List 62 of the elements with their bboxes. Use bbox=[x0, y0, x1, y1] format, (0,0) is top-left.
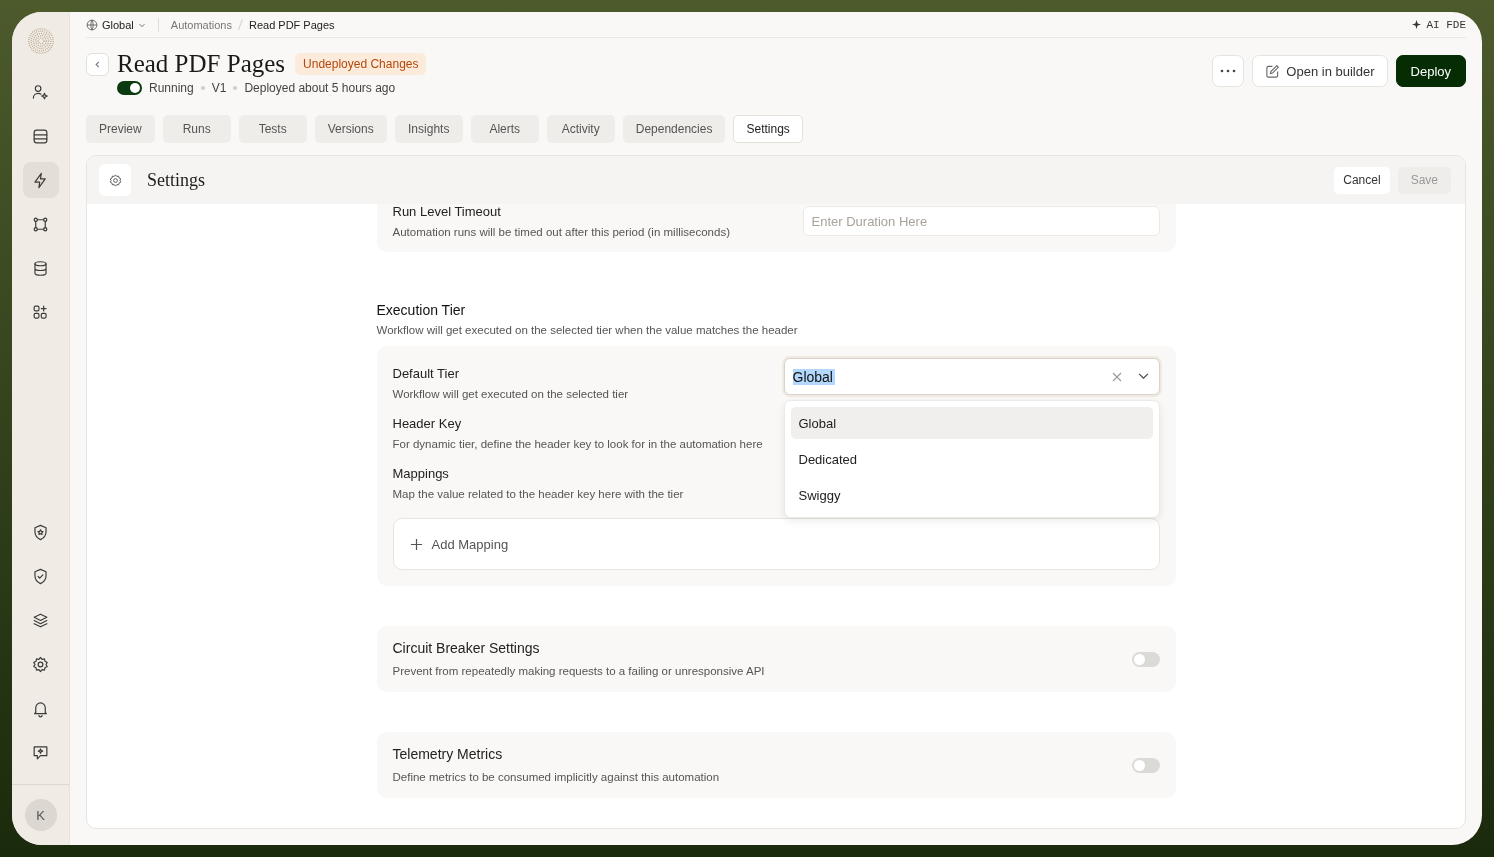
tab[interactable]: Preview bbox=[86, 115, 155, 143]
field-description: Automation runs will be timed out after this period (in milliseconds) bbox=[392, 225, 730, 240]
dropdown-option[interactable]: Dedicated bbox=[790, 443, 1153, 476]
breadcrumb-link[interactable]: Automations bbox=[170, 18, 232, 31]
toggle-switch[interactable] bbox=[1131, 757, 1160, 773]
chevron-left-icon bbox=[93, 59, 102, 69]
dropdown-option[interactable]: Swiggy bbox=[790, 479, 1153, 512]
tab[interactable]: Tests bbox=[238, 115, 307, 143]
ai-assistant-button[interactable]: AI FDE bbox=[1412, 18, 1466, 31]
shield-star-icon bbox=[31, 522, 50, 542]
running-toggle[interactable] bbox=[117, 81, 142, 95]
chevron-down-icon[interactable] bbox=[1137, 373, 1149, 381]
toggle-switch[interactable] bbox=[1131, 651, 1160, 667]
edit-icon bbox=[1265, 63, 1281, 79]
field-label: Mappings bbox=[392, 466, 450, 482]
user-avatar[interactable]: K bbox=[24, 799, 57, 831]
page-title: Read PDF Pages bbox=[117, 50, 286, 78]
tab[interactable]: Activity bbox=[546, 115, 615, 143]
cancel-button[interactable]: Cancel bbox=[1334, 166, 1390, 194]
field-label: Default Tier bbox=[392, 366, 460, 382]
field-label: Header Key bbox=[392, 416, 463, 432]
open-in-builder-button[interactable]: Open in builder bbox=[1252, 55, 1388, 87]
workspace-selector[interactable]: Global bbox=[86, 18, 146, 31]
more-icon bbox=[1220, 69, 1237, 73]
field-label: Run Level Timeout bbox=[392, 204, 502, 219]
deploy-button[interactable]: Deploy bbox=[1395, 55, 1466, 87]
breadcrumb-link[interactable]: Read PDF Pages bbox=[248, 18, 335, 31]
section-title: Execution Tier bbox=[376, 302, 467, 319]
settings-icon bbox=[107, 172, 123, 188]
clear-icon[interactable] bbox=[1111, 371, 1122, 382]
setting-title: Circuit Breaker Settings bbox=[392, 639, 541, 656]
shield-check-icon bbox=[31, 566, 50, 586]
user-sparkle-icon bbox=[31, 82, 50, 102]
panel-title: Settings bbox=[147, 169, 205, 191]
field-description: Map the value related to the header key here with the tier bbox=[392, 487, 685, 503]
tab[interactable]: Insights bbox=[394, 115, 463, 143]
plus-icon bbox=[409, 537, 423, 551]
settings-icon bbox=[31, 654, 50, 674]
tab[interactable]: Versions bbox=[314, 115, 387, 143]
tab[interactable]: Runs bbox=[162, 115, 231, 143]
field-description: For dynamic tier, define the header key to look for in the automation here bbox=[392, 437, 764, 453]
sparkle-icon bbox=[1412, 20, 1422, 29]
add-mapping-button[interactable]: Add Mapping bbox=[392, 518, 1160, 571]
setting-description: Define metrics to be consumed implicitly against this automation bbox=[392, 769, 720, 785]
duration-input[interactable]: Enter Duration Here bbox=[802, 206, 1160, 237]
sidebar-item[interactable] bbox=[22, 162, 59, 198]
status-text: Running bbox=[149, 81, 194, 95]
status-badge: Undeployed Changes bbox=[295, 53, 427, 75]
database-icon bbox=[31, 258, 50, 278]
section-description: Workflow will get executed on the selected tier when the value matches the header bbox=[376, 324, 799, 337]
logo-icon bbox=[25, 26, 56, 56]
field-description: Workflow will get executed on the selected tier bbox=[392, 387, 630, 403]
deployed-text: Deployed about 5 hours ago bbox=[244, 81, 396, 95]
tab[interactable]: Dependencies bbox=[622, 115, 726, 143]
tier-select[interactable]: Global bbox=[783, 358, 1160, 396]
globe-icon bbox=[86, 18, 98, 31]
tab[interactable]: Settings bbox=[733, 115, 803, 143]
version-text: V1 bbox=[211, 81, 227, 95]
tab[interactable]: Alerts bbox=[470, 115, 539, 143]
setting-title: Telemetry Metrics bbox=[392, 745, 504, 762]
dropdown-option[interactable]: Global bbox=[790, 407, 1153, 440]
setting-description: Prevent from repeatedly making requests to a failing or unresponsive API bbox=[392, 663, 765, 679]
